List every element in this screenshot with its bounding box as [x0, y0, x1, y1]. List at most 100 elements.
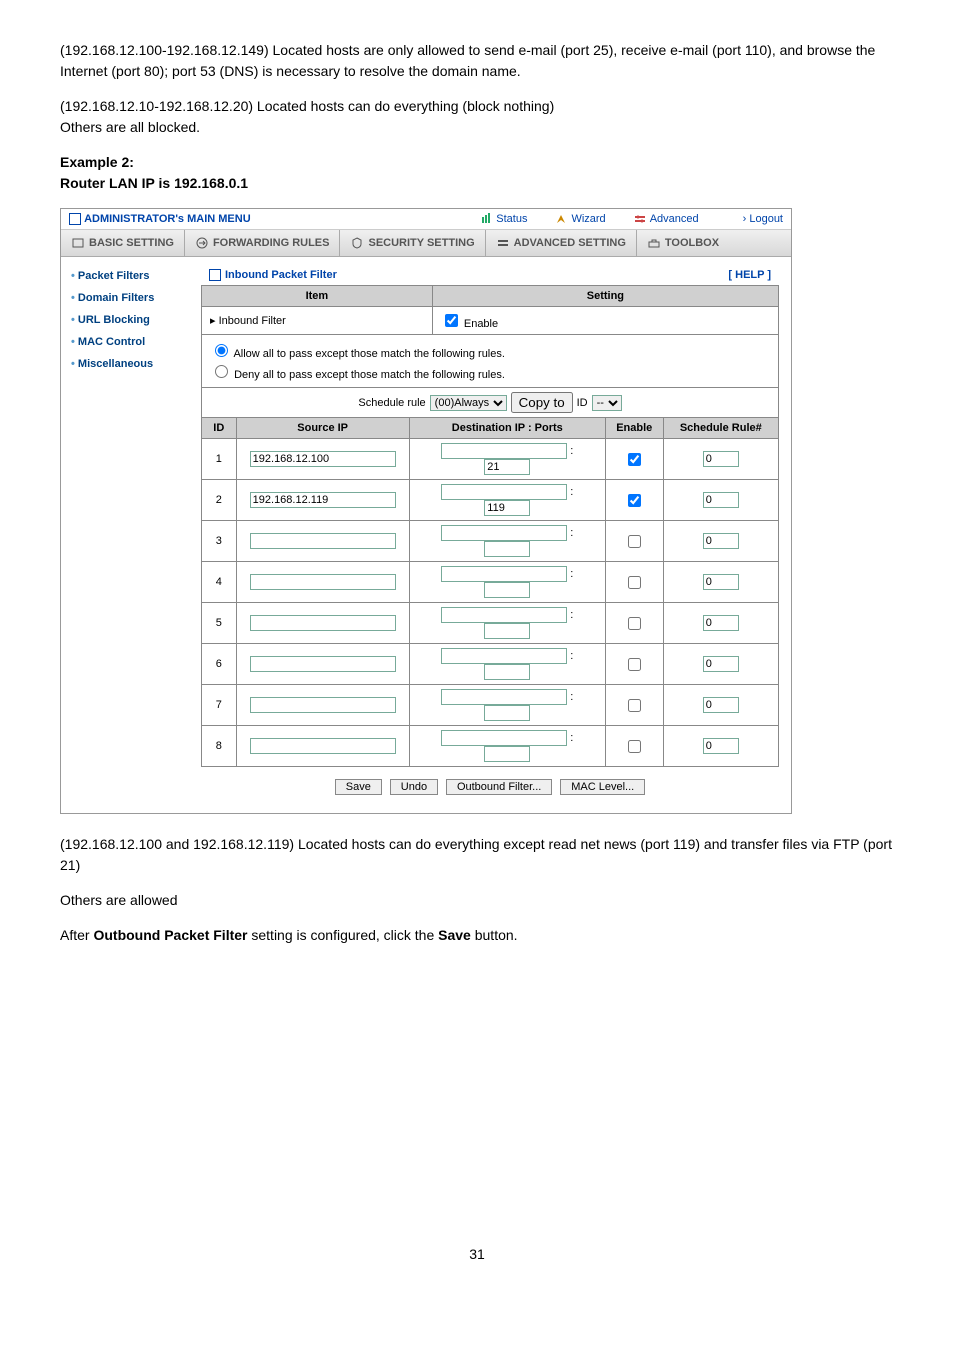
- dest-ip-input[interactable]: [441, 730, 567, 746]
- sidebar-item-mac-control[interactable]: MAC Control: [61, 331, 201, 353]
- schedule-rule-input[interactable]: [703, 574, 739, 590]
- schedule-rule-input[interactable]: [703, 615, 739, 631]
- button-row: [201, 767, 779, 799]
- port-input[interactable]: [484, 582, 530, 598]
- deny-radio[interactable]: [215, 365, 228, 378]
- nav-basic-label: BASIC SETTING: [89, 237, 174, 249]
- row-enable-checkbox[interactable]: [628, 535, 641, 548]
- undo-button[interactable]: [390, 779, 438, 795]
- doc-p2-line2: Others are all blocked.: [60, 119, 200, 135]
- schedule-rule-input[interactable]: [703, 533, 739, 549]
- row-id: 5: [202, 603, 237, 644]
- sidebar-item-domain-filters[interactable]: Domain Filters: [61, 287, 201, 309]
- row-id: 3: [202, 521, 237, 562]
- source-ip-input[interactable]: [250, 738, 396, 754]
- row-enable-checkbox[interactable]: [628, 453, 641, 466]
- schedule-rule-input[interactable]: [703, 697, 739, 713]
- row-id: 6: [202, 644, 237, 685]
- schedule-rule-text: Schedule rule: [358, 397, 425, 409]
- row-id: 4: [202, 562, 237, 603]
- nav-toolbox[interactable]: TOOLBOX: [637, 230, 729, 256]
- dest-ip-input[interactable]: [441, 484, 567, 500]
- nav-toolbox-label: TOOLBOX: [665, 237, 719, 249]
- config-table: Item Setting ▸ Inbound Filter Enable All…: [201, 285, 779, 418]
- allow-radio[interactable]: [215, 344, 228, 357]
- dest-ip-input[interactable]: [441, 525, 567, 541]
- schedule-rule-select[interactable]: (00)Always: [430, 395, 507, 411]
- nav-security-setting[interactable]: SECURITY SETTING: [340, 230, 485, 256]
- row-enable-checkbox[interactable]: [628, 699, 641, 712]
- status-icon: [480, 213, 492, 225]
- item-header: Item: [202, 286, 433, 307]
- dest-ip-input[interactable]: [441, 607, 567, 623]
- table-row: 5 :: [202, 603, 779, 644]
- nav-advanced-setting[interactable]: ADVANCED SETTING: [486, 230, 637, 256]
- row-enable-checkbox[interactable]: [628, 617, 641, 630]
- dest-ip-input[interactable]: [441, 689, 567, 705]
- nav-forwarding-rules[interactable]: FORWARDING RULES: [185, 230, 341, 256]
- sidebar-item-packet-filters[interactable]: Packet Filters: [61, 265, 201, 287]
- status-link[interactable]: Status: [480, 213, 527, 225]
- sidebar-item-miscellaneous[interactable]: Miscellaneous: [61, 353, 201, 375]
- port-input[interactable]: [484, 705, 530, 721]
- source-ip-input[interactable]: [250, 533, 396, 549]
- dest-ip-input[interactable]: [441, 443, 567, 459]
- advanced-label: Advanced: [650, 213, 699, 225]
- panel-icon: [209, 269, 221, 281]
- save-button[interactable]: [335, 779, 382, 795]
- doc-paragraph-2: (192.168.12.10-192.168.12.20) Located ho…: [60, 96, 894, 138]
- logout-link[interactable]: › Logout: [743, 213, 783, 225]
- sidebar: Packet Filters Domain Filters URL Blocki…: [61, 257, 201, 813]
- table-row: 7 :: [202, 685, 779, 726]
- port-input[interactable]: [484, 459, 530, 475]
- schedule-rule-input[interactable]: [703, 451, 739, 467]
- table-row: 8 :: [202, 726, 779, 767]
- source-ip-input[interactable]: [250, 615, 396, 631]
- dest-ip-input[interactable]: [441, 566, 567, 582]
- sidebar-item-url-blocking[interactable]: URL Blocking: [61, 309, 201, 331]
- basic-setting-icon: [71, 236, 85, 250]
- schedule-rule-input[interactable]: [703, 656, 739, 672]
- router-line: Router LAN IP is 192.168.0.1: [60, 175, 248, 191]
- help-link[interactable]: [ HELP ]: [728, 269, 771, 281]
- id-select[interactable]: --: [592, 395, 622, 411]
- source-ip-input[interactable]: [250, 574, 396, 590]
- schedule-rule-input[interactable]: [703, 738, 739, 754]
- setting-header: Setting: [432, 286, 778, 307]
- row-enable-checkbox[interactable]: [628, 576, 641, 589]
- row-id: 2: [202, 480, 237, 521]
- table-row: 6 :: [202, 644, 779, 685]
- radio-allow-row[interactable]: Allow all to pass except those match the…: [210, 341, 770, 360]
- forwarding-icon: [195, 236, 209, 250]
- wizard-link[interactable]: Wizard: [555, 213, 605, 225]
- source-ip-input[interactable]: [250, 451, 396, 467]
- enable-checkbox[interactable]: [445, 314, 458, 327]
- top-bar: ADMINISTRATOR's MAIN MENU Status Wizard …: [61, 209, 791, 230]
- advanced-link[interactable]: Advanced: [634, 213, 699, 225]
- row-enable-checkbox[interactable]: [628, 494, 641, 507]
- port-input[interactable]: [484, 541, 530, 557]
- wizard-label: Wizard: [571, 213, 605, 225]
- allow-label: Allow all to pass except those match the…: [233, 348, 504, 360]
- admin-main-menu-title: ADMINISTRATOR's MAIN MENU: [84, 213, 251, 225]
- dest-ip-input[interactable]: [441, 648, 567, 664]
- port-input[interactable]: [484, 500, 530, 516]
- nav-bar: BASIC SETTING FORWARDING RULES SECURITY …: [61, 230, 791, 257]
- doc-paragraph-3: (192.168.12.100 and 192.168.12.119) Loca…: [60, 834, 894, 876]
- source-ip-input[interactable]: [250, 697, 396, 713]
- port-input[interactable]: [484, 623, 530, 639]
- port-input[interactable]: [484, 664, 530, 680]
- source-ip-input[interactable]: [250, 656, 396, 672]
- id-label: ID: [577, 397, 588, 409]
- nav-basic-setting[interactable]: BASIC SETTING: [61, 230, 185, 256]
- radio-deny-row[interactable]: Deny all to pass except those match the …: [210, 362, 770, 381]
- schedule-rule-input[interactable]: [703, 492, 739, 508]
- mac-level-button[interactable]: [560, 779, 645, 795]
- outbound-filter-button[interactable]: [446, 779, 552, 795]
- port-input[interactable]: [484, 746, 530, 762]
- source-ip-input[interactable]: [250, 492, 396, 508]
- row-enable-checkbox[interactable]: [628, 740, 641, 753]
- row-enable-checkbox[interactable]: [628, 658, 641, 671]
- doc-paragraph-5: After Outbound Packet Filter setting is …: [60, 925, 894, 946]
- copy-to-button[interactable]: [511, 392, 573, 413]
